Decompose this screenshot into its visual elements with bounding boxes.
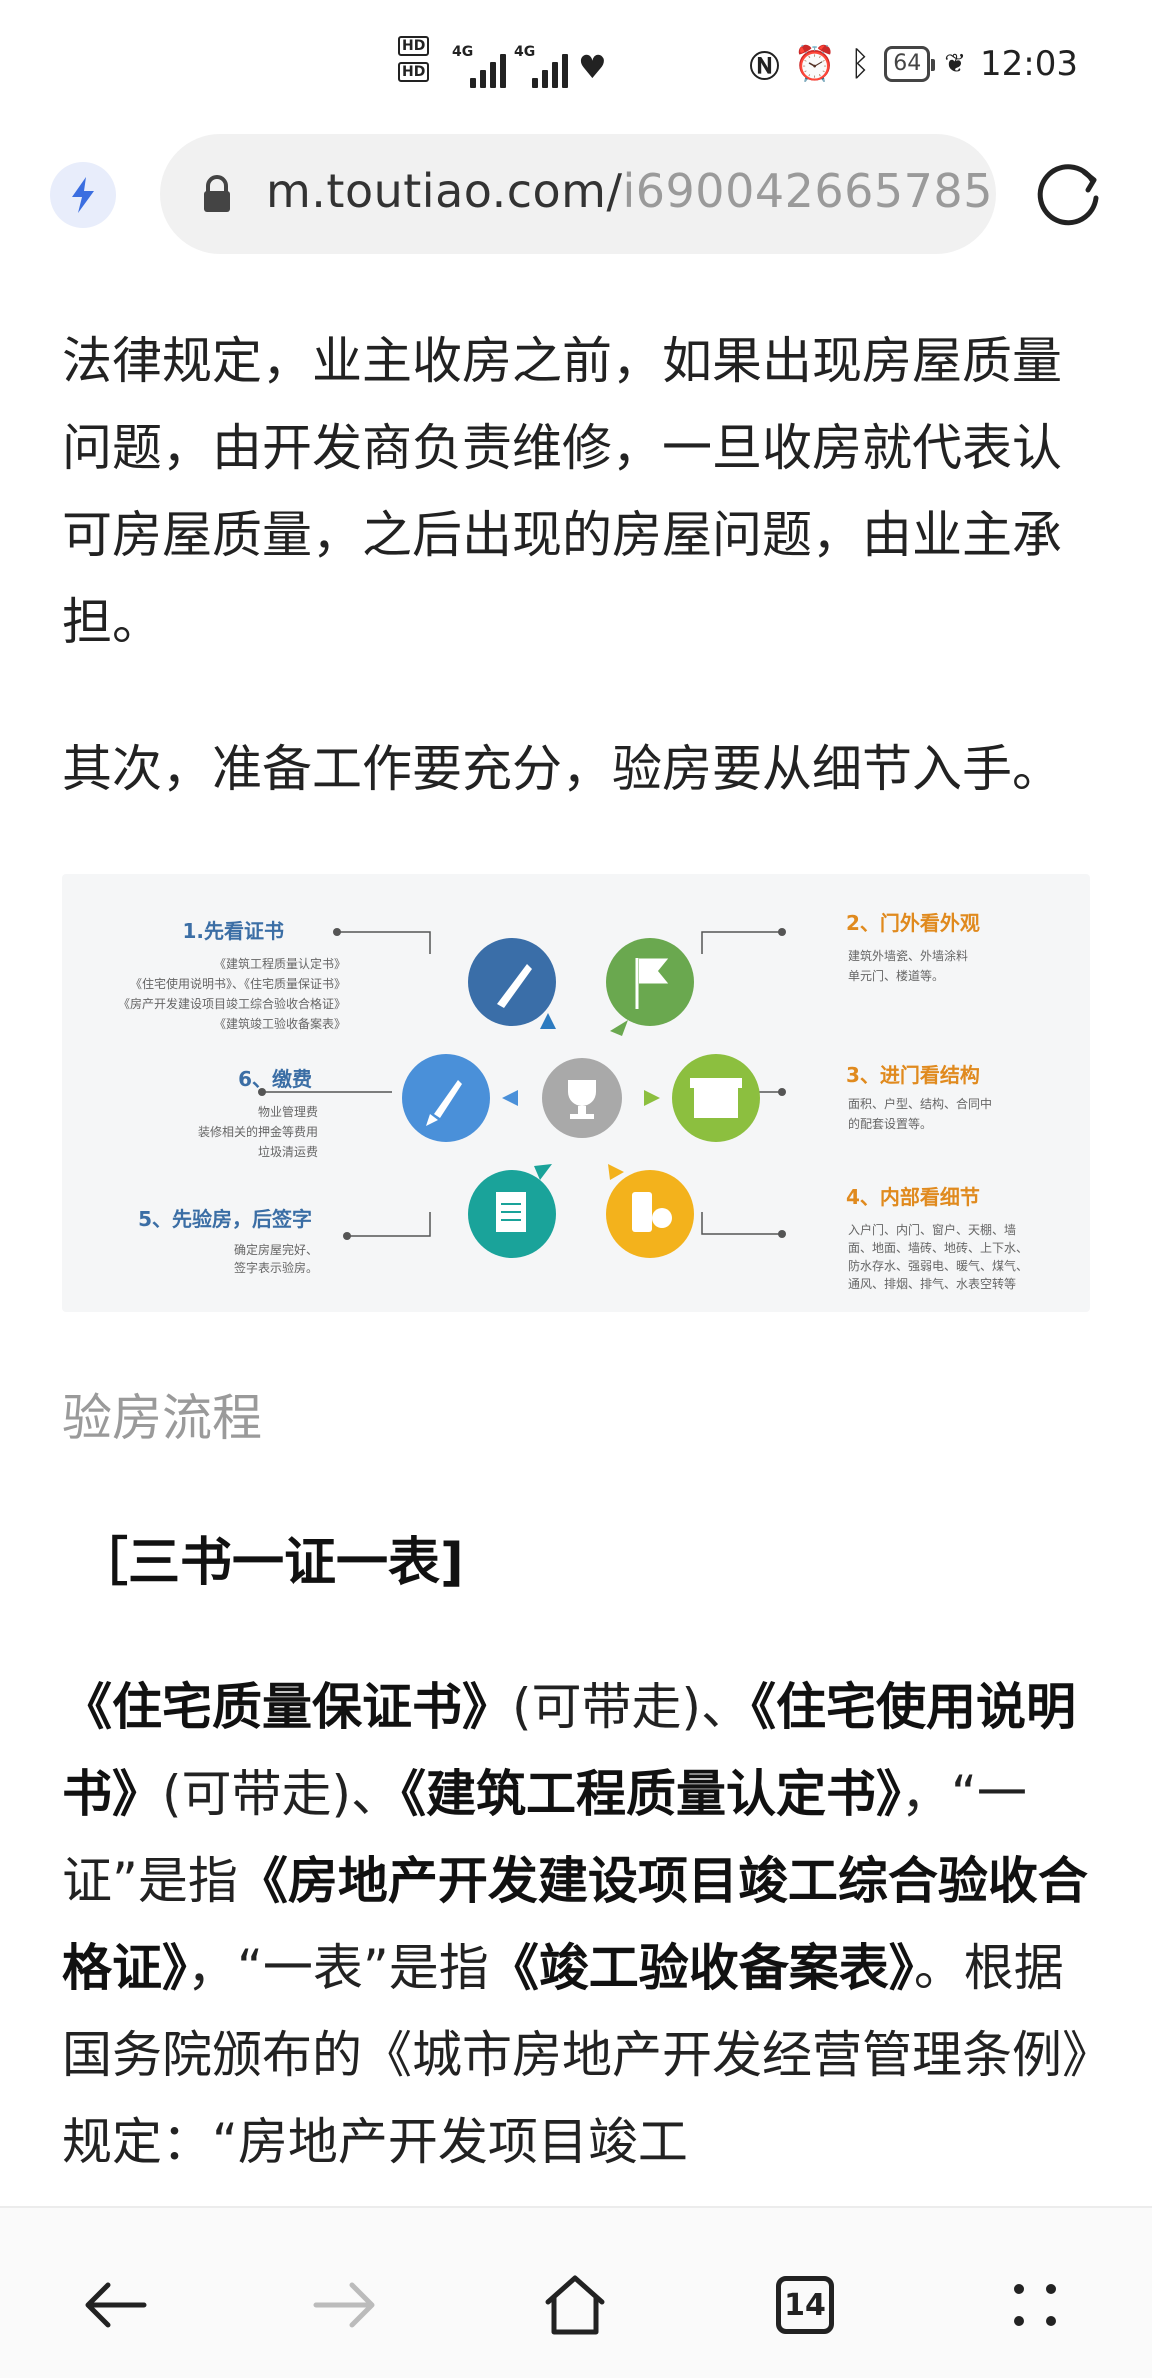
text-fragment: (可带走)、 [162,1765,402,1823]
back-arrow-icon[interactable] [70,2260,160,2350]
text-fragment: ，“一表”是指 [187,1939,489,1997]
nfc-icon: Ⓝ [749,50,780,85]
home-icon[interactable] [530,2260,620,2350]
alarm-icon: ⏰ [793,44,836,84]
certificate-brush-icon [468,938,556,1026]
step4-line-3: 防水存水、强弱电、暖气、煤气、 [848,1258,1028,1273]
section-heading: ［三书一证一表] [76,1533,464,1593]
step1-line-3: 《房产开发建设项目竣工综合验收合格证》 [118,996,346,1011]
tabs-button[interactable]: 14 [760,2260,850,2350]
bottom-navigation: 14 [0,2206,1152,2378]
refresh-icon[interactable] [1034,158,1106,230]
step6-title: 6、缴费 [238,1067,312,1091]
url-path: i69004266578537 [622,164,996,218]
signal-1-icon [470,38,506,88]
step4-line-1: 入户门、内门、窗户、天棚、墙 [848,1222,1016,1237]
step1-line-4: 《建筑竣工验收备案表》 [214,1016,346,1031]
lock-icon [200,174,234,218]
leaf-icon: ❦ [944,49,967,79]
lightning-icon[interactable] [50,162,116,228]
step2-line-1: 建筑外墙瓷、外墙涂料 [848,948,968,963]
step5-line-2: 签字表示验房。 [234,1260,318,1275]
text-fragment: (可带走)、 [512,1678,752,1736]
article-paragraph-3: 《住宅质量保证书》(可带走)、《住宅使用说明书》(可带走)、《建筑工程质量认定书… [62,1664,1092,2186]
forward-arrow-icon[interactable] [300,2260,390,2350]
image-caption: 验房流程 [62,1389,262,1447]
article-paragraph-2: 其次，准备工作要充分，验房要从细节入手。 [62,740,1062,798]
step5-title: 5、先验房，后签字 [138,1207,312,1231]
clock: 12:03 [980,44,1078,84]
step1-title: 1.先看证书 [182,919,284,943]
menu-dots-icon[interactable] [990,2260,1080,2350]
step2-line-2: 单元门、楼道等。 [848,968,944,983]
step1-line-1: 《建筑工程质量认定书》 [214,956,346,971]
step6-line-2: 装修相关的押金等费用 [198,1124,318,1139]
signal-2-icon [532,38,568,88]
hd-1-label: HD [398,36,430,56]
bluetooth-icon: ᛒ [849,44,871,84]
step2-title: 2、门外看外观 [846,911,980,935]
hd-2-label: HD [398,62,430,82]
url-domain: m.toutiao.com/ [266,164,623,218]
step5-line-1: 确定房屋完好、 [234,1242,318,1257]
doc-title-quality-certification: 《建筑工程质量认定书》 [401,1765,902,1823]
article-paragraph-1: 法律规定，业主收房之前，如果出现房屋质量问题，由开发商负责维修，一旦收房就代表认… [62,332,1062,651]
step4-line-4: 通风、排烟、排气、水表空转等 [848,1276,1016,1291]
status-right-group: Ⓝ ⏰ ᛒ 64 ❦ 12:03 [749,42,1078,86]
doc-title-filing-form: 《竣工验收备案表》 [488,1939,914,1997]
address-bar[interactable]: m.toutiao.com/i69004266578537 [160,134,996,254]
step1-line-2: 《住宅使用说明书》、《住宅质量保证书》 [130,976,346,991]
battery-icon: 64 [884,46,936,82]
health-heart-icon: ♥ [578,48,607,86]
doc-title-quality-guarantee: 《住宅质量保证书》 [62,1678,512,1736]
step6-line-3: 垃圾清运费 [258,1144,318,1159]
status-bar: HD HD 4G 4G ♥ Ⓝ ⏰ ᛒ 64 ❦ 12:03 [0,0,1152,132]
inspection-process-image[interactable]: 1.先看证书 《建筑工程质量认定书》 《住宅使用说明书》、《住宅质量保证书》 《… [62,874,1090,1312]
step4-title: 4、内部看细节 [846,1185,980,1209]
step6-line-1: 物业管理费 [258,1104,318,1119]
step4-line-2: 面、地面、墙砖、地砖、上下水、 [848,1240,1028,1255]
url-text[interactable]: m.toutiao.com/i69004266578537 [266,164,996,218]
step3-line-1: 面积、户型、结构、合同中 [848,1096,992,1111]
step3-title: 3、进门看结构 [846,1063,980,1087]
step3-line-2: 的配套设置等。 [848,1116,932,1131]
tab-count: 14 [776,2276,834,2334]
hd-indicator: HD HD [398,36,430,88]
